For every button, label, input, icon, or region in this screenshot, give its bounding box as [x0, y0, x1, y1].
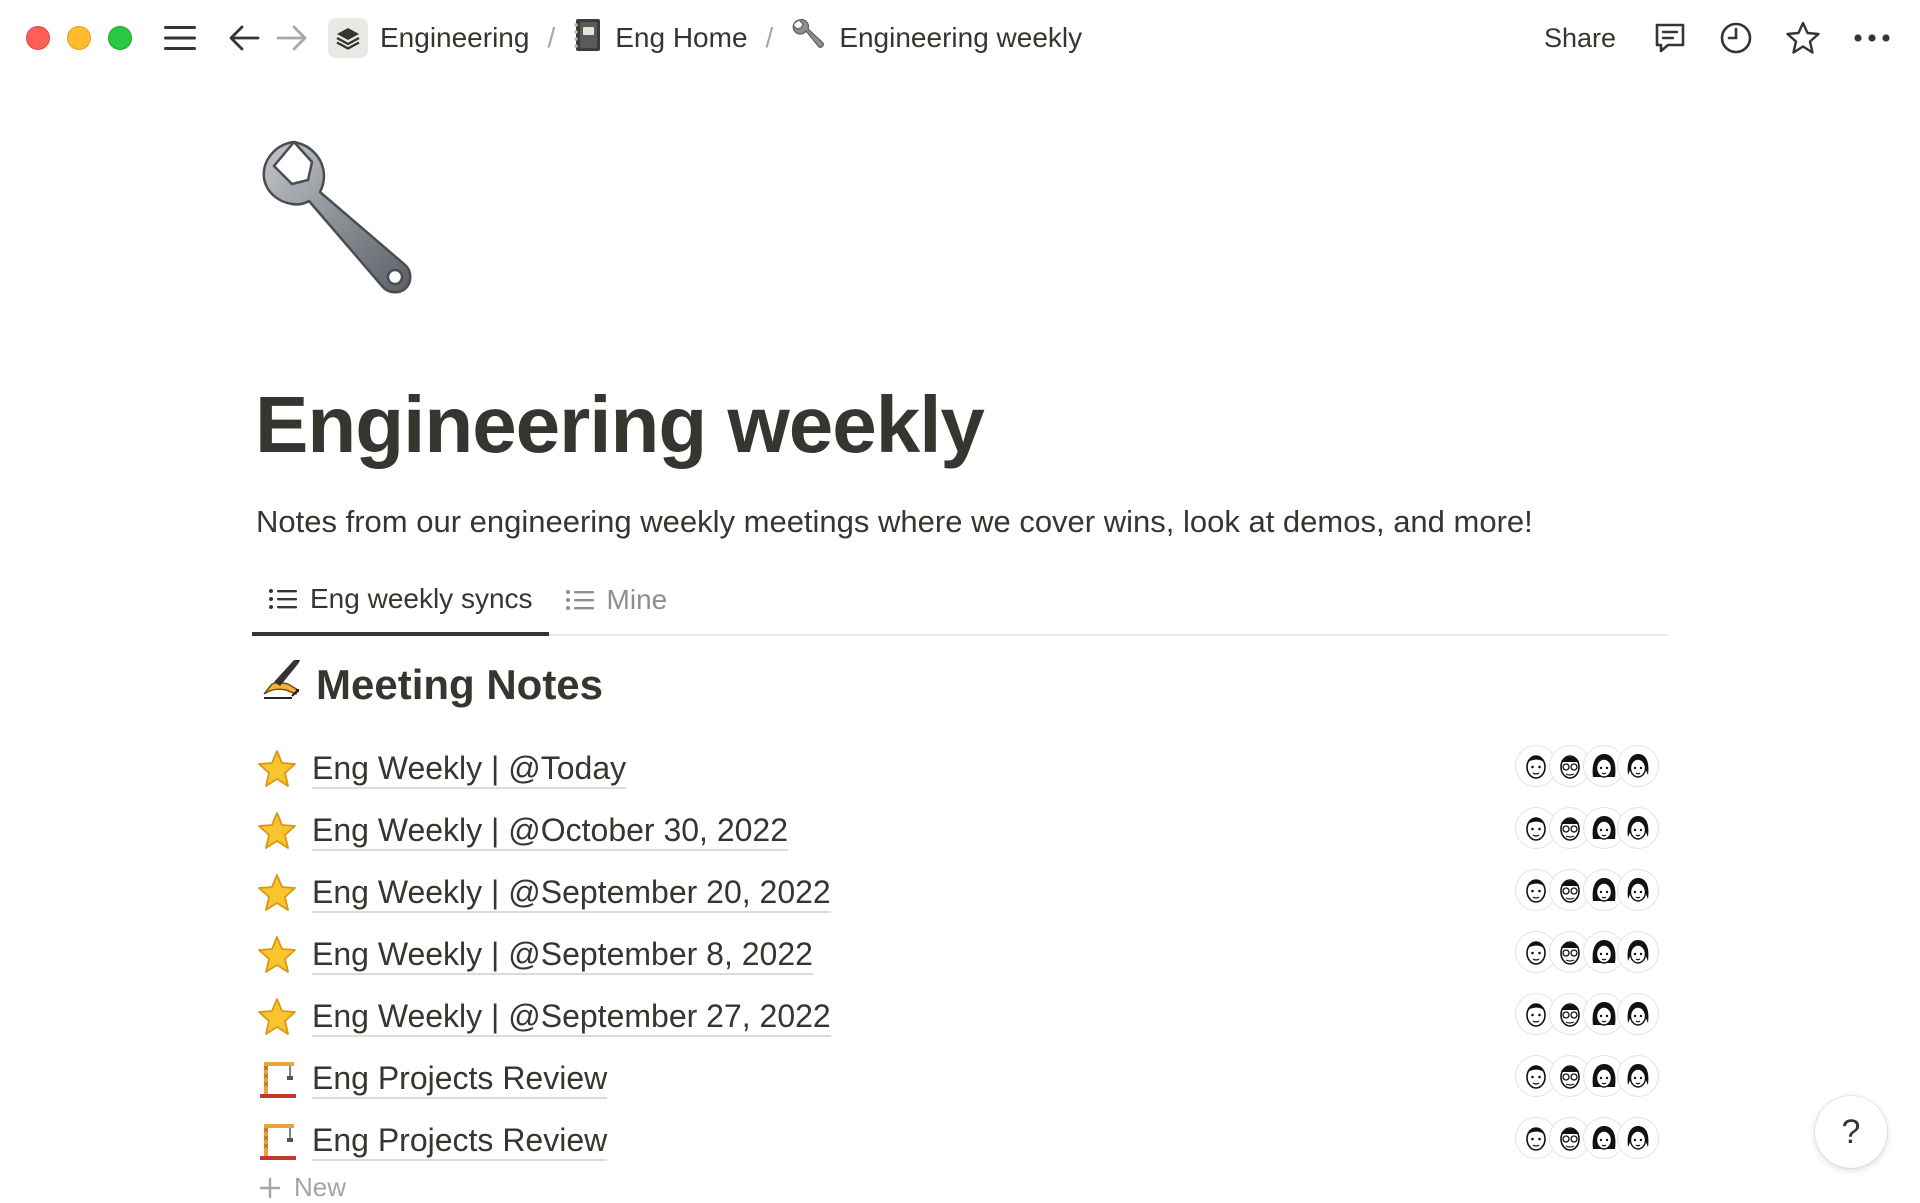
writing-hand-icon: [258, 654, 306, 716]
view-tabs: Eng weekly syncs Mine: [252, 566, 1668, 636]
tab-mine[interactable]: Mine: [549, 566, 684, 634]
more-horizontal-icon: [1854, 34, 1890, 42]
list-item[interactable]: Eng Weekly | @September 8, 2022: [254, 924, 1664, 986]
breadcrumb-label: Engineering weekly: [839, 22, 1083, 53]
help-button[interactable]: ?: [1815, 1096, 1887, 1168]
breadcrumb-label: Eng Home: [615, 22, 748, 53]
breadcrumb-separator: /: [547, 22, 556, 53]
attendees-avatars[interactable]: [1516, 994, 1658, 1034]
attendees-avatars[interactable]: [1516, 932, 1658, 972]
star-icon: [254, 932, 300, 978]
clock-icon: [1720, 22, 1752, 54]
page-icon[interactable]: [254, 134, 424, 304]
stack-icon: [328, 18, 368, 58]
list-item[interactable]: Eng Weekly | @September 20, 2022: [254, 862, 1664, 924]
hamburger-menu-icon: [164, 26, 196, 50]
avatar: [1618, 994, 1658, 1034]
new-item-button[interactable]: New: [258, 1172, 346, 1203]
list-icon: [269, 589, 297, 609]
window-controls: [26, 26, 132, 50]
list-item-title[interactable]: Eng Weekly | @September 27, 2022: [312, 997, 831, 1037]
page-title[interactable]: Engineering weekly: [255, 380, 985, 470]
list-item-title[interactable]: Eng Projects Review: [312, 1121, 608, 1161]
list-icon: [565, 590, 594, 610]
list-item-title[interactable]: Eng Weekly | @October 30, 2022: [312, 811, 789, 851]
breadcrumb-separator: /: [765, 22, 774, 53]
sidebar-toggle-button[interactable]: [162, 20, 198, 56]
avatar: [1618, 746, 1658, 786]
list-item[interactable]: Eng Weekly | @October 30, 2022: [254, 800, 1664, 862]
close-window-button[interactable]: [26, 26, 50, 50]
attendees-avatars[interactable]: [1516, 870, 1658, 910]
comments-button[interactable]: [1652, 20, 1688, 56]
breadcrumb: Engineering / Eng Home / Engineering wee…: [328, 17, 1082, 60]
attendees-avatars[interactable]: [1516, 1118, 1658, 1158]
tab-label: Mine: [606, 584, 668, 615]
page-description[interactable]: Notes from our engineering weekly meetin…: [256, 500, 1533, 544]
list-item-title[interactable]: Eng Projects Review: [312, 1059, 608, 1099]
favorite-button[interactable]: [1784, 20, 1822, 56]
list-item[interactable]: Eng Projects Review: [254, 1048, 1664, 1110]
comment-icon: [1655, 23, 1685, 53]
tab-eng-weekly-syncs[interactable]: Eng weekly syncs: [252, 566, 549, 636]
forward-button[interactable]: [274, 20, 310, 56]
avatar: [1618, 1056, 1658, 1096]
meeting-notes-list: Eng Weekly | @Today Eng Weekly | @October…: [254, 738, 1664, 1172]
star-icon: [254, 746, 300, 792]
wrench-icon: [791, 17, 827, 60]
attendees-avatars[interactable]: [1516, 746, 1658, 786]
breadcrumb-item-engineering[interactable]: Engineering: [328, 18, 529, 58]
list-item-title[interactable]: Eng Weekly | @September 8, 2022: [312, 935, 813, 975]
star-icon: [254, 808, 300, 854]
new-item-label: New: [294, 1172, 347, 1202]
construction-icon: [254, 1118, 300, 1164]
section-title: Meeting Notes: [316, 661, 604, 708]
list-item-title[interactable]: Eng Weekly | @Today: [312, 749, 627, 789]
list-item[interactable]: Eng Weekly | @September 27, 2022: [254, 986, 1664, 1048]
attendees-avatars[interactable]: [1516, 808, 1658, 848]
updates-button[interactable]: [1718, 20, 1754, 56]
tab-label: Eng weekly syncs: [310, 583, 533, 614]
zoom-window-button[interactable]: [108, 26, 132, 50]
attendees-avatars[interactable]: [1516, 1056, 1658, 1096]
breadcrumb-item-eng-home[interactable]: Eng Home: [573, 18, 748, 59]
more-options-button[interactable]: [1852, 32, 1892, 44]
list-item[interactable]: Eng Projects Review: [254, 1110, 1664, 1172]
avatar: [1618, 932, 1658, 972]
top-bar: Engineering / Eng Home / Engineering wee…: [0, 0, 1920, 76]
notebook-icon: [573, 18, 603, 59]
section-heading: Meeting Notes: [258, 654, 603, 716]
breadcrumb-item-engineering-weekly[interactable]: Engineering weekly: [791, 17, 1082, 60]
wrench-icon: [262, 140, 412, 294]
list-item[interactable]: Eng Weekly | @Today: [254, 738, 1664, 800]
breadcrumb-label: Engineering: [380, 22, 530, 53]
list-item-title[interactable]: Eng Weekly | @September 20, 2022: [312, 873, 831, 913]
avatar: [1618, 1118, 1658, 1158]
star-icon: [254, 870, 300, 916]
back-button[interactable]: [226, 20, 262, 56]
share-button[interactable]: Share: [1544, 23, 1616, 54]
star-icon: [254, 994, 300, 1040]
top-right-actions: Share: [1544, 0, 1892, 76]
plus-icon: [259, 1177, 281, 1198]
star-outline-icon: [1786, 21, 1820, 54]
minimize-window-button[interactable]: [67, 26, 91, 50]
arrow-left-icon: [229, 25, 260, 51]
construction-icon: [254, 1056, 300, 1102]
arrow-right-icon: [276, 25, 307, 51]
avatar: [1618, 870, 1658, 910]
avatar: [1618, 808, 1658, 848]
